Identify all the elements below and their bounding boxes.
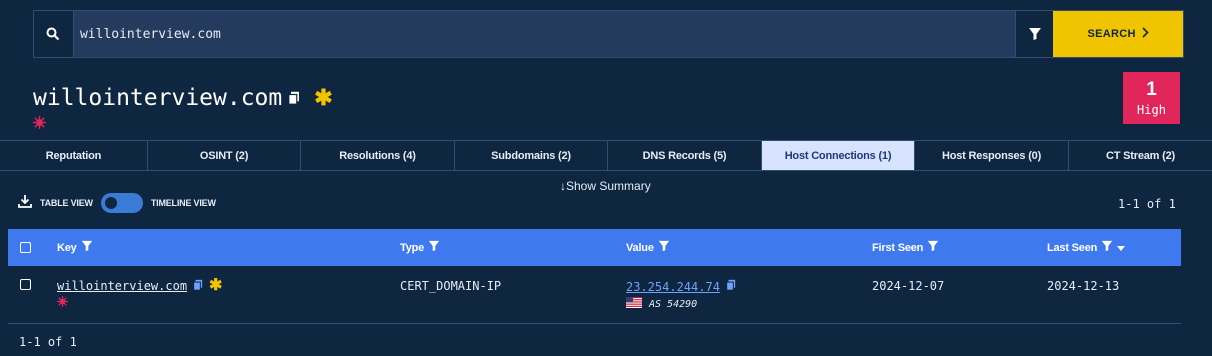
select-all-checkbox[interactable] bbox=[20, 229, 31, 266]
tab-bar: Reputation OSINT (2) Resolutions (4) Sub… bbox=[0, 140, 1212, 171]
search-button[interactable]: SEARCH bbox=[1053, 11, 1184, 57]
risk-score-label: High bbox=[1137, 102, 1166, 117]
tab-reputation[interactable]: Reputation bbox=[0, 141, 148, 170]
filter-icon[interactable] bbox=[81, 240, 93, 255]
show-summary-label: Show Summary bbox=[566, 179, 651, 193]
value-cell: 23.254.244.74 AS 54290 bbox=[626, 279, 736, 311]
filter-icon[interactable] bbox=[1015, 11, 1054, 57]
checkbox-box bbox=[20, 242, 31, 253]
filter-icon[interactable] bbox=[658, 240, 670, 255]
filter-icon[interactable] bbox=[927, 240, 939, 255]
sort-desc-icon[interactable] bbox=[1117, 242, 1126, 254]
star-icon: ✱ bbox=[314, 84, 333, 110]
table-view-label: TABLE VIEW bbox=[40, 198, 93, 208]
pagination-count-bottom: 1-1 of 1 bbox=[19, 335, 77, 349]
copy-icon[interactable] bbox=[726, 279, 736, 294]
malicious-badge-icon bbox=[33, 116, 46, 134]
type-cell: CERT_DOMAIN-IP bbox=[400, 279, 502, 293]
column-first-seen[interactable]: First Seen bbox=[872, 229, 939, 266]
entity-title: willointerview.com bbox=[33, 84, 283, 111]
tab-host-responses[interactable]: Host Responses (0) bbox=[915, 141, 1069, 170]
timeline-view-label: TIMELINE VIEW bbox=[150, 198, 216, 208]
table-header: Key Type Value First Seen Last Seen bbox=[8, 229, 1181, 266]
value-link[interactable]: 23.254.244.74 bbox=[626, 280, 720, 294]
column-value[interactable]: Value bbox=[626, 229, 670, 266]
search-button-label: SEARCH bbox=[1087, 28, 1136, 40]
entity-header: willointerview.com ✱ bbox=[33, 84, 333, 111]
malicious-badge-icon bbox=[57, 296, 222, 310]
view-toggle-row: TABLE VIEW TIMELINE VIEW bbox=[18, 193, 216, 213]
toggle-knob bbox=[104, 197, 117, 209]
column-type-label: Type bbox=[400, 241, 425, 254]
tab-dns-records[interactable]: DNS Records (5) bbox=[608, 141, 762, 170]
tab-osint[interactable]: OSINT (2) bbox=[148, 141, 301, 170]
column-type[interactable]: Type bbox=[400, 229, 440, 266]
last-seen-cell: 2024-12-13 bbox=[1047, 279, 1120, 293]
us-flag-icon bbox=[626, 297, 642, 311]
star-icon: ✱ bbox=[209, 277, 223, 294]
tab-host-connections[interactable]: Host Connections (1) bbox=[762, 141, 915, 170]
column-key-label: Key bbox=[57, 241, 77, 254]
table-row: willointerview.com ✱ CERT_DOMAIN-IP 23.2… bbox=[8, 266, 1181, 324]
risk-score-badge: 1 High bbox=[1123, 72, 1180, 124]
key-cell: willointerview.com ✱ bbox=[57, 278, 222, 310]
tab-subdomains[interactable]: Subdomains (2) bbox=[455, 141, 608, 170]
checkbox-box bbox=[20, 279, 31, 290]
search-input[interactable] bbox=[73, 11, 1016, 57]
column-first-seen-label: First Seen bbox=[872, 241, 924, 254]
filter-icon[interactable] bbox=[428, 240, 440, 255]
column-last-seen-label: Last Seen bbox=[1047, 241, 1098, 254]
column-last-seen[interactable]: Last Seen bbox=[1047, 229, 1126, 266]
show-summary-link[interactable]: ↓Show Summary bbox=[560, 179, 651, 193]
key-link[interactable]: willointerview.com bbox=[57, 279, 187, 293]
column-key[interactable]: Key bbox=[57, 229, 93, 266]
filter-icon[interactable] bbox=[1101, 240, 1113, 255]
search-icon[interactable] bbox=[34, 11, 74, 57]
row-checkbox[interactable] bbox=[20, 279, 31, 293]
column-value-label: Value bbox=[626, 241, 654, 254]
view-toggle[interactable] bbox=[100, 193, 143, 213]
pagination-count-top: 1-1 of 1 bbox=[1118, 197, 1176, 211]
asn-label: AS 54290 bbox=[649, 298, 698, 310]
risk-score-value: 1 bbox=[1146, 78, 1157, 100]
download-icon[interactable] bbox=[18, 194, 32, 213]
copy-icon[interactable] bbox=[193, 279, 203, 294]
first-seen-cell: 2024-12-07 bbox=[872, 279, 945, 293]
tab-resolutions[interactable]: Resolutions (4) bbox=[301, 141, 455, 170]
search-bar: SEARCH bbox=[33, 10, 1184, 58]
chevron-right-icon bbox=[1142, 27, 1149, 41]
tab-ct-stream[interactable]: CT Stream (2) bbox=[1069, 141, 1212, 170]
copy-icon[interactable] bbox=[288, 84, 300, 111]
